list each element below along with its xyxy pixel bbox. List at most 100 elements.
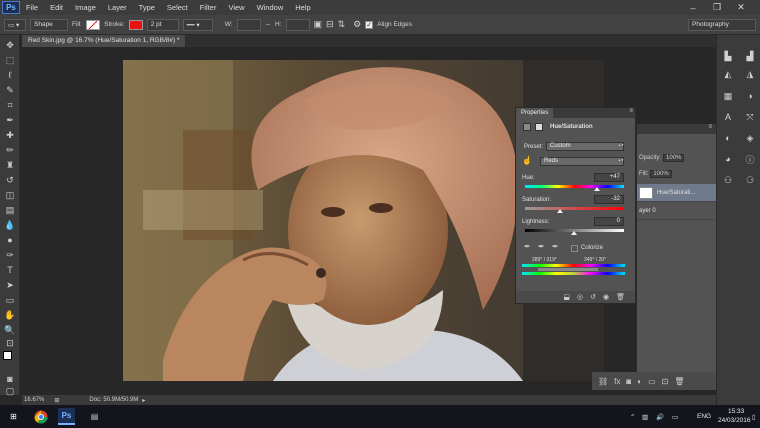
clip-to-layer-icon[interactable]: ⬓	[563, 293, 570, 301]
zoom-level[interactable]: 16.67%	[24, 397, 44, 403]
quick-mask-icon[interactable]: ◙	[3, 373, 17, 385]
hue-slider-track[interactable]	[525, 185, 624, 188]
zoom-tool-icon[interactable]: 🔍	[3, 324, 17, 336]
document-tab[interactable]: Red Skin.jpg @ 16.7% (Hue/Saturation 1, …	[22, 35, 186, 47]
properties-tab[interactable]: Properties	[516, 108, 554, 118]
reset-icon[interactable]: ↺	[590, 293, 596, 301]
opacity-field[interactable]: 100%	[663, 154, 685, 162]
hue-slider-thumb[interactable]	[594, 187, 600, 191]
network-icon[interactable]: ▥	[642, 413, 648, 421]
hand-tool-icon[interactable]: ✋	[3, 309, 17, 321]
foreground-color-swatch[interactable]	[3, 351, 12, 360]
character-icon[interactable]: ⚆	[743, 174, 757, 186]
menu-select[interactable]: Select	[161, 0, 194, 15]
move-tool-icon[interactable]: ✥	[3, 39, 17, 51]
marquee-tool-icon[interactable]: ⬚	[3, 54, 17, 66]
targeted-adjustment-hand-icon[interactable]: ☝	[522, 156, 532, 165]
default-colors-icon[interactable]: ⊡	[3, 337, 17, 349]
saturation-slider-thumb[interactable]	[557, 209, 563, 213]
shape-tool-icon[interactable]: ▭	[3, 294, 17, 306]
type-tool-icon[interactable]: T	[3, 264, 17, 276]
layers-icon[interactable]: ◈	[743, 132, 757, 144]
menu-edit[interactable]: Edit	[44, 0, 69, 15]
stroke-swatch[interactable]	[128, 19, 143, 30]
pen-tool-icon[interactable]: ✑	[3, 249, 17, 261]
path-alignment-icon[interactable]: ⊟	[326, 19, 334, 30]
eyedropper-minus-icon[interactable]: ✒	[552, 242, 559, 251]
history-brush-tool-icon[interactable]: ↺	[3, 174, 17, 186]
navigator-icon[interactable]: ◮	[743, 68, 757, 80]
panel-menu-icon[interactable]: ≡	[708, 124, 712, 130]
quick-select-tool-icon[interactable]: ✎	[3, 84, 17, 96]
layer-fill-field[interactable]: 100%	[650, 170, 672, 178]
panel-menu-icon[interactable]: ≡	[629, 108, 633, 114]
layer-row-hue-saturation[interactable]: Hue/Saturati...	[637, 184, 717, 202]
menu-view[interactable]: View	[222, 0, 250, 15]
menu-window[interactable]: Window	[251, 0, 290, 15]
tray-chevron-icon[interactable]: ⌃	[630, 413, 635, 421]
minimize-button[interactable]: –	[682, 0, 704, 15]
fill-swatch[interactable]	[86, 19, 101, 30]
view-previous-icon[interactable]: ◎	[577, 293, 583, 301]
navigator-icon[interactable]: ◭	[721, 68, 735, 80]
menu-filter[interactable]: Filter	[194, 0, 223, 15]
language-indicator[interactable]: ENG	[697, 413, 711, 420]
range-slider[interactable]	[538, 268, 598, 271]
close-button[interactable]: ✕	[730, 0, 752, 15]
histogram-icon[interactable]: ▟	[743, 50, 757, 62]
path-operations-icon[interactable]: ▣	[314, 19, 323, 30]
height-field[interactable]	[285, 18, 310, 31]
notification-icon[interactable]: ▭	[672, 413, 678, 421]
info-icon[interactable]: ⓘ	[743, 153, 757, 165]
eyedropper-plus-icon[interactable]: ✒	[538, 242, 545, 251]
windows-start-icon[interactable]: ⊞	[5, 408, 22, 425]
mask-icon[interactable]	[535, 123, 543, 131]
swatches-icon[interactable]: ◑	[743, 90, 757, 102]
link-layers-icon[interactable]: ⛓	[598, 377, 608, 386]
layer-style-icon[interactable]: fx	[614, 377, 620, 386]
saturation-field[interactable]: -32	[594, 195, 624, 204]
eyedropper-tool-icon[interactable]: ✒	[3, 114, 17, 126]
screen-mode-icon[interactable]: ▢	[3, 385, 17, 397]
clock-date[interactable]: 24/03/2016	[718, 417, 751, 424]
status-menu-icon[interactable]: ⊞	[54, 397, 59, 404]
delete-adjustment-icon[interactable]: 🗑	[616, 293, 625, 301]
eraser-tool-icon[interactable]: ◫	[3, 189, 17, 201]
new-layer-icon[interactable]: ⊡	[662, 377, 669, 386]
paths-icon[interactable]: ⚇	[721, 174, 735, 186]
color-icon[interactable]: ▦	[721, 90, 735, 102]
eyedropper-icon[interactable]: ✒	[524, 242, 531, 251]
stroke-type-select[interactable]: ━━ ▾	[182, 18, 213, 31]
colorize-checkbox[interactable]	[571, 245, 578, 252]
path-arrangement-icon[interactable]: ⇅	[338, 19, 346, 30]
width-field[interactable]	[236, 18, 261, 31]
mode-select[interactable]: Shape	[30, 18, 68, 31]
path-select-tool-icon[interactable]: ➤	[3, 279, 17, 291]
hue-field[interactable]: +47	[594, 173, 624, 182]
action-center-icon[interactable]: ▯	[752, 413, 756, 421]
histogram-icon[interactable]: ▙	[721, 50, 735, 62]
menu-help[interactable]: Help	[289, 0, 316, 15]
paragraph-icon[interactable]: ⤧	[743, 111, 757, 123]
menu-image[interactable]: Image	[69, 0, 102, 15]
clone-stamp-tool-icon[interactable]: ♜	[3, 159, 17, 171]
menu-file[interactable]: File	[20, 0, 44, 15]
preset-select[interactable]: Custom	[546, 142, 624, 151]
adjustments-icon[interactable]: ◐	[721, 132, 735, 144]
link-icon[interactable]: ⇔	[265, 21, 272, 28]
layer-row-layer-0[interactable]: ayer 0	[637, 202, 717, 220]
stroke-width-field[interactable]: 2 pt	[146, 18, 179, 31]
channel-select[interactable]: Reds	[540, 157, 624, 166]
menu-layer[interactable]: Layer	[102, 0, 133, 15]
lightness-slider-thumb[interactable]	[571, 231, 577, 235]
lasso-tool-icon[interactable]: ℓ	[3, 69, 17, 81]
volume-icon[interactable]: 🔊	[656, 413, 664, 421]
crop-tool-icon[interactable]: ⌗	[3, 99, 17, 111]
photoshop-taskbar-icon[interactable]: Ps	[58, 408, 75, 425]
file-explorer-icon[interactable]: ▤	[86, 408, 103, 425]
dodge-tool-icon[interactable]: ●	[3, 234, 17, 246]
visibility-eye-icon[interactable]: ◉	[603, 293, 609, 301]
new-group-icon[interactable]: ▭	[648, 377, 656, 386]
workspace-select[interactable]: Photography	[688, 18, 756, 31]
lightness-field[interactable]: 0	[594, 217, 624, 226]
